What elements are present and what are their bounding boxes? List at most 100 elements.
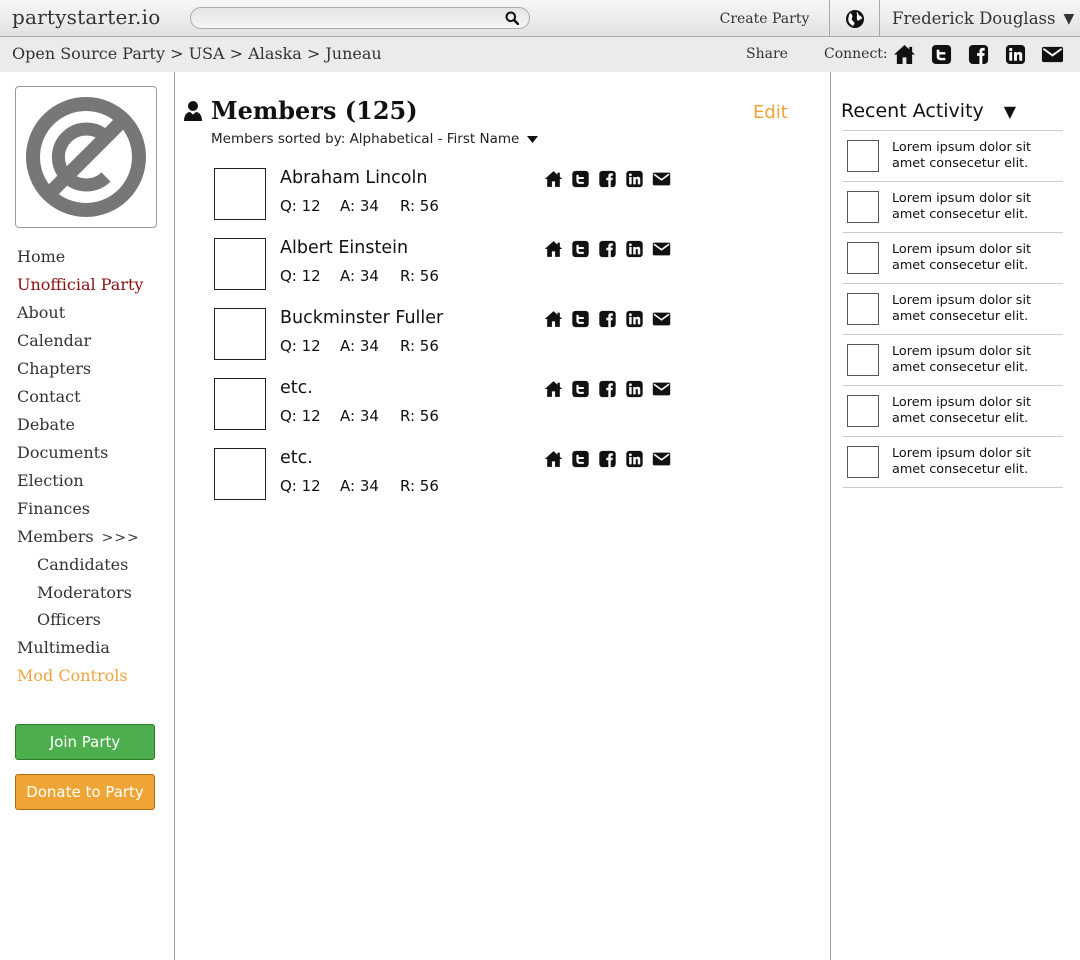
activity-thumbnail — [847, 395, 879, 427]
email-icon[interactable] — [652, 310, 671, 328]
donate-party-button[interactable]: Donate to Party — [15, 774, 155, 810]
twitter-icon[interactable] — [571, 170, 590, 188]
user-menu[interactable]: Frederick Douglass ▼ — [880, 0, 1080, 37]
member-row[interactable]: Abraham Lincoln Q: 12 A: 34 R: 56 — [214, 168, 684, 222]
member-thumbnail[interactable] — [214, 238, 266, 290]
email-icon[interactable] — [1041, 44, 1064, 65]
linkedin-icon[interactable] — [1004, 44, 1027, 65]
member-social-icons — [544, 310, 671, 328]
activity-item[interactable]: Lorem ipsum dolor sit amet consecetur el… — [843, 182, 1063, 233]
twitter-icon[interactable] — [571, 240, 590, 258]
home-icon[interactable] — [544, 310, 563, 328]
linkedin-icon[interactable] — [625, 380, 644, 398]
linkedin-icon[interactable] — [625, 240, 644, 258]
sidebar-item-about[interactable]: About — [17, 302, 143, 330]
email-icon[interactable] — [652, 170, 671, 188]
globe-icon[interactable] — [830, 0, 880, 37]
member-name[interactable]: etc. — [280, 448, 313, 468]
create-party-button[interactable]: Create Party — [700, 0, 830, 37]
member-row[interactable]: etc. Q: 12 A: 34 R: 56 — [214, 378, 684, 432]
member-name[interactable]: etc. — [280, 378, 313, 398]
search-input[interactable] — [190, 7, 530, 29]
activity-item[interactable]: Lorem ipsum dolor sit amet consecetur el… — [843, 386, 1063, 437]
facebook-icon[interactable] — [598, 240, 617, 258]
breadcrumb[interactable]: Open Source Party > USA > Alaska > Junea… — [12, 44, 382, 63]
linkedin-icon[interactable] — [625, 310, 644, 328]
member-stats: Q: 12 A: 34 R: 56 — [280, 337, 439, 355]
activity-thumbnail — [847, 191, 879, 223]
member-row[interactable]: Buckminster Fuller Q: 12 A: 34 R: 56 — [214, 308, 684, 362]
home-icon[interactable] — [544, 170, 563, 188]
activity-text: Lorem ipsum dolor sit amet consecetur el… — [892, 293, 1032, 324]
user-name: Frederick Douglass — [892, 9, 1056, 28]
sort-dropdown[interactable]: Members sorted by: Alphabetical - First … — [211, 131, 539, 147]
rating-count: R: 56 — [400, 267, 439, 285]
twitter-icon[interactable] — [930, 44, 953, 65]
sidebar-item-documents[interactable]: Documents — [17, 442, 143, 470]
email-icon[interactable] — [652, 240, 671, 258]
member-thumbnail[interactable] — [214, 448, 266, 500]
chevron-down-icon: ▼ — [1063, 10, 1075, 27]
twitter-icon[interactable] — [571, 310, 590, 328]
sidebar-item-calendar[interactable]: Calendar — [17, 330, 143, 358]
linkedin-icon[interactable] — [625, 450, 644, 468]
page-title: Members (125) — [183, 96, 418, 125]
activity-item[interactable]: Lorem ipsum dolor sit amet consecetur el… — [843, 131, 1063, 182]
twitter-icon[interactable] — [571, 380, 590, 398]
sidebar-item-chapters[interactable]: Chapters — [17, 358, 143, 386]
recent-activity-header[interactable]: Recent Activity ▼ — [841, 100, 1016, 122]
member-thumbnail[interactable] — [214, 308, 266, 360]
caret-down-icon — [527, 135, 539, 143]
facebook-icon[interactable] — [598, 310, 617, 328]
share-link[interactable]: Share — [746, 46, 788, 62]
sidebar-item-mod-controls[interactable]: Mod Controls — [17, 665, 143, 693]
sidebar-item-multimedia[interactable]: Multimedia — [17, 637, 143, 665]
sort-label: Members sorted by: Alphabetical - First … — [211, 131, 520, 147]
activity-item[interactable]: Lorem ipsum dolor sit amet consecetur el… — [843, 284, 1063, 335]
member-row[interactable]: Albert Einstein Q: 12 A: 34 R: 56 — [214, 238, 684, 292]
linkedin-icon[interactable] — [625, 170, 644, 188]
site-logo[interactable]: partystarter.io — [12, 5, 160, 29]
sidebar-item-debate[interactable]: Debate — [17, 414, 143, 442]
activity-item[interactable]: Lorem ipsum dolor sit amet consecetur el… — [843, 233, 1063, 284]
sidebar-item-home[interactable]: Home — [17, 246, 143, 274]
member-name[interactable]: Albert Einstein — [280, 238, 408, 258]
member-name[interactable]: Abraham Lincoln — [280, 168, 427, 188]
email-icon[interactable] — [652, 380, 671, 398]
rating-count: R: 56 — [400, 197, 439, 215]
sidebar-item-election[interactable]: Election — [17, 470, 143, 498]
rating-count: R: 56 — [400, 337, 439, 355]
email-icon[interactable] — [652, 450, 671, 468]
rating-count: R: 56 — [400, 407, 439, 425]
member-thumbnail[interactable] — [214, 168, 266, 220]
sidebar-item-contact[interactable]: Contact — [17, 386, 143, 414]
sidebar-item-moderators[interactable]: Moderators — [17, 582, 143, 610]
answers-count: A: 34 — [340, 337, 379, 355]
sidebar-item-members[interactable]: Members >>> — [17, 526, 143, 554]
activity-item[interactable]: Lorem ipsum dolor sit amet consecetur el… — [843, 437, 1063, 488]
search-icon[interactable] — [505, 11, 519, 25]
sidebar-item-officers[interactable]: Officers — [17, 609, 143, 637]
member-row[interactable]: etc. Q: 12 A: 34 R: 56 — [214, 448, 684, 502]
facebook-icon[interactable] — [598, 380, 617, 398]
activity-item[interactable]: Lorem ipsum dolor sit amet consecetur el… — [843, 335, 1063, 386]
home-icon[interactable] — [544, 380, 563, 398]
join-party-button[interactable]: Join Party — [15, 724, 155, 760]
sidebar-item-unofficial-party[interactable]: Unofficial Party — [17, 274, 143, 302]
facebook-icon[interactable] — [598, 170, 617, 188]
twitter-icon[interactable] — [571, 450, 590, 468]
facebook-icon[interactable] — [598, 450, 617, 468]
home-icon[interactable] — [544, 450, 563, 468]
home-icon[interactable] — [893, 44, 916, 65]
edit-link[interactable]: Edit — [753, 102, 788, 123]
home-icon[interactable] — [544, 240, 563, 258]
answers-count: A: 34 — [340, 477, 379, 495]
member-name[interactable]: Buckminster Fuller — [280, 308, 443, 328]
right-sidebar: Recent Activity ▼ Lorem ipsum dolor sit … — [830, 72, 1080, 960]
member-thumbnail[interactable] — [214, 378, 266, 430]
sidebar-item-candidates[interactable]: Candidates — [17, 554, 143, 582]
sidebar-item-finances[interactable]: Finances — [17, 498, 143, 526]
top-bar: partystarter.io Create Party Frederick D… — [0, 0, 1080, 37]
facebook-icon[interactable] — [967, 44, 990, 65]
member-social-icons — [544, 450, 671, 468]
